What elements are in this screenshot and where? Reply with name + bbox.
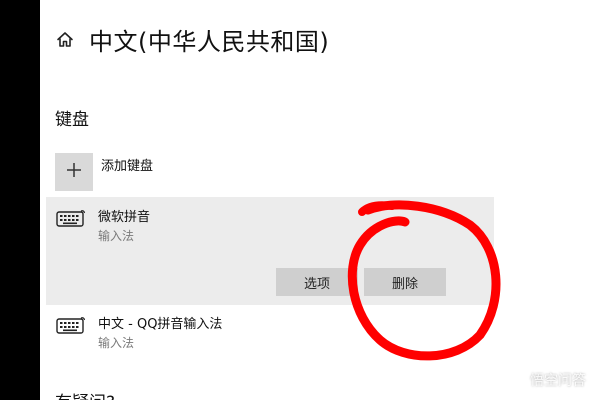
keyboard-item-qq-pinyin[interactable]: 中文 - QQ拼音输入法 输入法 <box>56 316 222 352</box>
speech-bubble-icon <box>508 371 526 389</box>
keyboard-item-microsoft-pinyin[interactable]: 微软拼音 输入法 选项 删除 <box>46 197 494 305</box>
keyboard-type: 输入法 <box>98 229 135 243</box>
options-button[interactable]: 选项 <box>276 268 358 296</box>
screenshot-root: 中文(中华人民共和国) 键盘 添加键盘 微软拼音 输入法 选项 删除 中文 - … <box>0 0 600 400</box>
add-box <box>55 153 93 191</box>
keyboard-icon <box>56 209 86 229</box>
add-keyboard-button[interactable]: 添加键盘 <box>55 153 153 191</box>
page-header: 中文(中华人民共和国) <box>55 22 329 57</box>
remove-button[interactable]: 删除 <box>364 268 446 296</box>
settings-panel: 中文(中华人民共和国) 键盘 添加键盘 微软拼音 输入法 选项 删除 中文 - … <box>40 0 600 400</box>
keyboard-section-title: 键盘 <box>55 110 89 130</box>
keyboard-name: 微软拼音 <box>98 210 151 225</box>
keyboard-type: 输入法 <box>98 336 135 350</box>
keyboard-name: 中文 - QQ拼音输入法 <box>98 317 223 332</box>
plus-icon <box>65 161 83 183</box>
add-keyboard-label: 添加键盘 <box>101 159 154 174</box>
watermark: 悟空问答 <box>508 370 586 390</box>
home-icon[interactable] <box>55 30 75 50</box>
help-section-title: 有疑问? <box>55 388 115 400</box>
page-title: 中文(中华人民共和国) <box>89 28 330 56</box>
keyboard-icon <box>56 316 86 336</box>
watermark-text: 悟空问答 <box>530 373 586 389</box>
dark-left-strip <box>0 0 40 400</box>
